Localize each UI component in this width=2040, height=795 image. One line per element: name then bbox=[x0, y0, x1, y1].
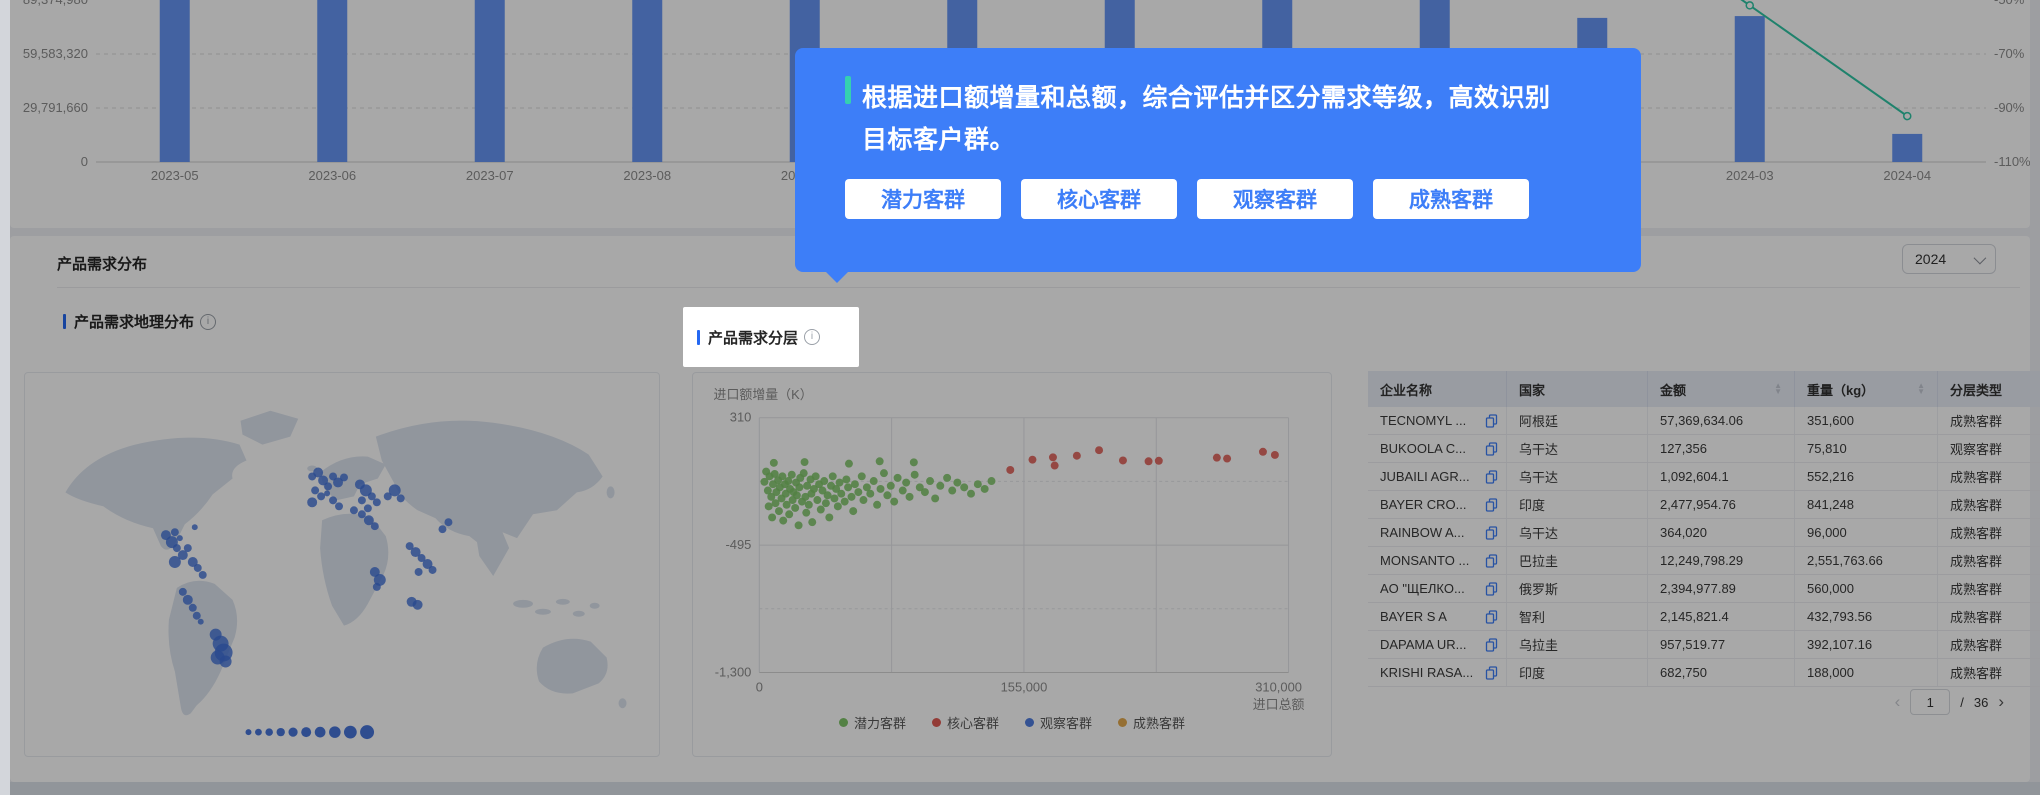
tooltip-accent-bar bbox=[845, 76, 851, 104]
tour-highlight-strat-title: 产品需求分层 i bbox=[683, 307, 859, 367]
tooltip-buttons: 潜力客群 核心客群 观察客群 成熟客群 bbox=[845, 179, 1529, 219]
info-circle-icon[interactable]: i bbox=[804, 329, 821, 345]
dashboard-page: 029,791,66059,583,32089,374,980-50%-70%-… bbox=[0, 0, 2040, 795]
segment-button-potential[interactable]: 潜力客群 bbox=[845, 179, 1001, 219]
segment-button-mature[interactable]: 成熟客群 bbox=[1373, 179, 1529, 219]
title-accent-bar bbox=[697, 329, 700, 345]
scrollbar[interactable] bbox=[0, 0, 10, 795]
strat-panel-title-text: 产品需求分层 bbox=[708, 329, 799, 347]
tooltip-arrow-down bbox=[825, 271, 849, 283]
segment-button-observe[interactable]: 观察客群 bbox=[1197, 179, 1353, 219]
tour-tooltip: 根据进口额增量和总额，综合评估并区分需求等级，高效识别 目标客户群。 潜力客群 … bbox=[795, 48, 1641, 283]
tooltip-text-line1: 根据进口额增量和总额，综合评估并区分需求等级，高效识别 bbox=[862, 84, 1551, 112]
tooltip-text-line2: 目标客户群。 bbox=[862, 126, 1016, 154]
segment-button-core[interactable]: 核心客群 bbox=[1021, 179, 1177, 219]
